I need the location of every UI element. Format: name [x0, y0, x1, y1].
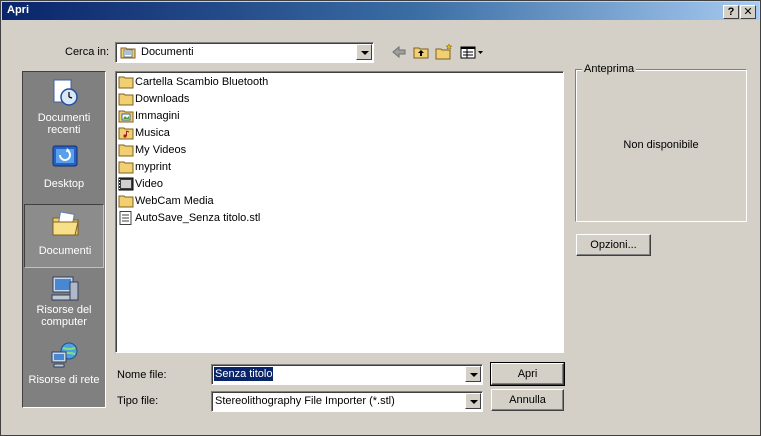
up-folder-button[interactable] [411, 43, 431, 61]
close-icon: ✕ [743, 6, 753, 18]
folder-music-icon [118, 127, 134, 140]
cancel-button-label: Annulla [509, 394, 546, 406]
my-computer-icon [51, 276, 79, 301]
folder-icon [118, 93, 134, 106]
file-name: WebCam Media [135, 195, 214, 207]
chevron-down-icon[interactable] [356, 44, 372, 60]
recent-documents-icon [53, 79, 78, 106]
place-network[interactable]: Risorse di rete [24, 336, 104, 400]
close-button[interactable]: ✕ [740, 5, 756, 19]
help-icon: ? [727, 6, 735, 18]
folder-icon [118, 76, 134, 89]
place-recent[interactable]: Documenti recenti [24, 74, 104, 138]
folder-icon [118, 144, 134, 157]
file-name: Musica [135, 127, 170, 139]
preview-group: Anteprima Non disponibile [575, 63, 747, 222]
options-button-label: Opzioni... [590, 239, 637, 251]
new-folder-icon [435, 43, 453, 60]
folder-pictures-icon [118, 110, 134, 123]
file-name: Downloads [135, 93, 190, 105]
open-dialog: Apri ? ✕ Cerca in: Documenti Documenti r… [0, 0, 761, 436]
open-button-label: Apri [517, 368, 538, 380]
file-name: Immagini [135, 110, 180, 122]
file-name: Cartella Scambio Bluetooth [135, 76, 269, 88]
back-arrow-icon [392, 45, 406, 59]
folder-icon [118, 161, 134, 174]
place-desktop[interactable]: Desktop [24, 138, 104, 202]
open-button[interactable]: Apri [490, 362, 565, 386]
new-folder-button[interactable] [434, 43, 454, 61]
options-button[interactable]: Opzioni... [576, 234, 651, 256]
place-documents[interactable]: Documenti [24, 204, 104, 268]
network-places-icon [51, 342, 78, 368]
my-documents-icon [52, 211, 79, 236]
places-bar: Documenti recenti Desktop Documenti Riso… [22, 71, 106, 408]
back-button[interactable] [389, 43, 409, 61]
place-label: Documenti [38, 245, 92, 257]
file-name: My Videos [135, 144, 187, 156]
filename-combo[interactable]: Senza titolo [211, 364, 483, 385]
help-button[interactable]: ? [723, 5, 739, 19]
place-label: Documenti recenti [37, 112, 91, 136]
filename-input[interactable]: Senza titolo [214, 367, 274, 381]
window-title: Apri [7, 4, 29, 16]
folder-icon [118, 195, 134, 208]
chevron-down-icon[interactable] [465, 366, 481, 382]
place-label: Desktop [43, 178, 85, 190]
filetype-label: Tipo file: [117, 395, 159, 407]
lookin-label: Cerca in: [65, 46, 110, 58]
place-label: Risorse del computer [36, 304, 92, 328]
up-folder-icon [413, 47, 429, 59]
view-menu-icon [460, 46, 483, 59]
filetype-value: Stereolithography File Importer (*.stl) [215, 395, 395, 407]
cancel-button[interactable]: Annulla [491, 389, 564, 411]
place-computer[interactable]: Risorse del computer [24, 270, 104, 334]
document-icon [119, 211, 132, 225]
file-name: myprint [135, 161, 172, 173]
chevron-down-icon[interactable] [465, 393, 481, 409]
folder-documents-icon [120, 45, 136, 59]
folder-video-icon [118, 177, 134, 191]
lookin-value: Documenti [141, 46, 194, 58]
filetype-combo[interactable]: Stereolithography File Importer (*.stl) [211, 391, 483, 412]
filename-label: Nome file: [117, 369, 167, 381]
file-list[interactable]: Cartella Scambio Bluetooth Downloads Imm… [115, 71, 564, 353]
preview-status: Non disponibile [623, 139, 699, 151]
view-menu-button[interactable] [459, 43, 485, 61]
file-name: AutoSave_Senza titolo.stl [135, 212, 261, 224]
desktop-icon [52, 145, 78, 167]
file-name: Video [135, 178, 163, 190]
lookin-combo[interactable]: Documenti [115, 42, 374, 63]
place-label: Risorse di rete [28, 374, 100, 386]
preview-legend: Anteprima [582, 63, 637, 75]
title-bar[interactable]: Apri ? ✕ [2, 2, 759, 20]
